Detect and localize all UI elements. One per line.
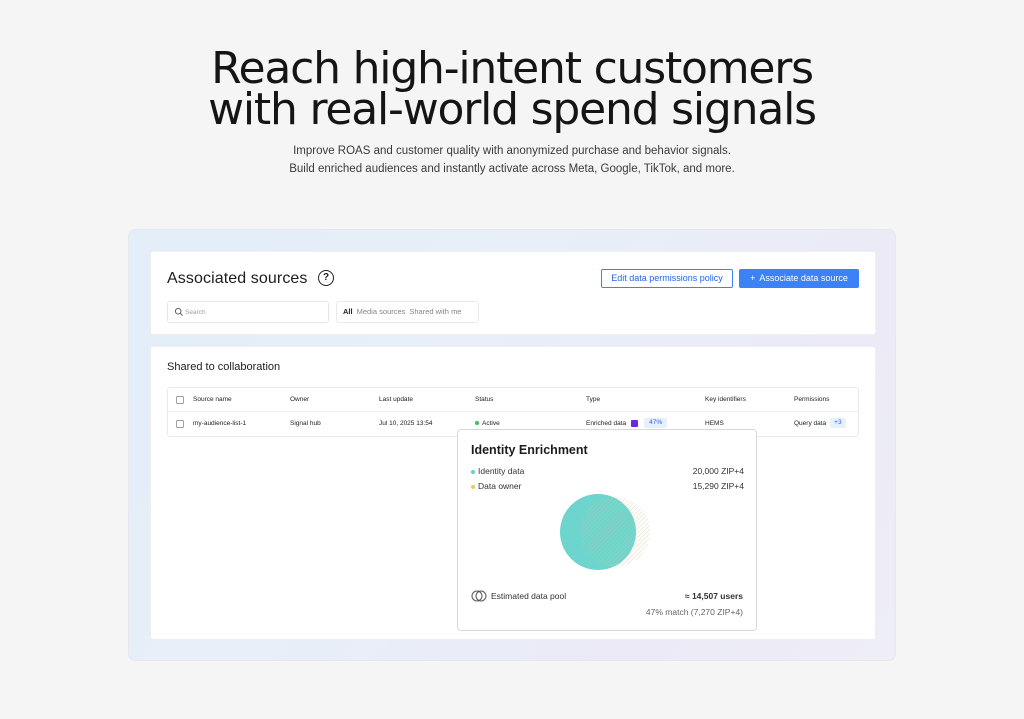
identity-data-label: Identity data — [478, 466, 525, 476]
hero-subtitle-line-1: Improve ROAS and customer quality with a… — [293, 145, 731, 157]
search-box[interactable] — [167, 301, 329, 323]
search-input[interactable] — [185, 306, 323, 318]
filter-media-sources[interactable]: Media sources — [357, 307, 406, 316]
associated-sources-title: Associated sources — [167, 270, 308, 287]
cell-permissions: Query data +3 — [794, 412, 846, 436]
column-status: Status — [475, 396, 494, 403]
cell-last-update: Jul 10, 2025 13:54 — [379, 420, 433, 427]
match-percent-badge[interactable]: 47% — [644, 418, 668, 429]
filter-segmented-control: All Media sources Shared with me — [336, 301, 479, 323]
plus-icon: + — [750, 273, 756, 283]
type-label: Enriched data — [586, 420, 627, 427]
column-key-identifiers: Key identifiers — [705, 396, 746, 403]
identity-enrichment-popover: Identity Enrichment Identity data 20,000… — [457, 429, 757, 631]
hero-title-line-2: with real-world spend signals — [208, 84, 817, 135]
column-last-update: Last update — [379, 396, 413, 403]
shared-collaboration-title: Shared to collaboration — [167, 361, 281, 373]
permissions-label: Query data — [794, 420, 827, 427]
match-summary: 47% match (7,270 ZIP+4) — [645, 607, 743, 617]
select-all-checkbox[interactable] — [176, 396, 184, 404]
identity-data-row: Identity data 20,000 ZIP+4 — [471, 466, 744, 478]
edit-permissions-button[interactable]: Edit data permissions policy — [601, 269, 733, 288]
column-source-name: Source name — [193, 396, 232, 403]
data-owner-dot-icon — [471, 484, 475, 489]
associate-data-source-button[interactable]: + Associate data source — [739, 269, 859, 288]
column-permissions: Permissions — [794, 396, 830, 403]
row-checkbox[interactable] — [176, 420, 184, 428]
hero-title: Reach high-intent customers with real-wo… — [0, 43, 1024, 135]
hero-title-line-1: Reach high-intent customers — [211, 43, 814, 94]
identity-data-value: 20,000 ZIP+4 — [692, 466, 744, 476]
estimated-users-value: ≈ 14,507 users — [684, 591, 743, 601]
status-active-dot-icon — [475, 421, 479, 426]
data-owner-label: Data owner — [478, 481, 522, 491]
cell-source-name[interactable]: my-audience-list-1 — [193, 412, 246, 436]
data-owner-value: 15,290 ZIP+4 — [692, 481, 744, 491]
hero-subtitle: Improve ROAS and customer quality with a… — [0, 143, 1024, 178]
identity-data-dot-icon — [471, 469, 475, 474]
cell-owner: Signal hub — [290, 420, 321, 427]
table-header-row: Source name Owner Last update Status Typ… — [168, 388, 858, 412]
search-icon — [174, 307, 183, 316]
column-owner: Owner — [290, 396, 310, 403]
help-icon[interactable]: ? — [318, 270, 334, 286]
column-type: Type — [586, 396, 601, 403]
venn-diagram — [560, 494, 650, 570]
filter-all[interactable]: All — [343, 307, 353, 316]
estimated-data-pool-label: Estimated data pool — [491, 591, 567, 601]
status-label: Active — [482, 420, 500, 427]
data-pool-icon — [471, 590, 487, 602]
filter-shared-with-me[interactable]: Shared with me — [409, 307, 461, 316]
hero-subtitle-line-2: Build enriched audiences and instantly a… — [289, 162, 735, 175]
popover-title: Identity Enrichment — [471, 443, 588, 457]
associate-button-label: Associate data source — [759, 273, 848, 283]
more-permissions-badge[interactable]: +3 — [830, 418, 846, 429]
associated-sources-card: Associated sources ? Edit data permissio… — [150, 251, 876, 335]
enriched-data-icon — [631, 419, 639, 427]
